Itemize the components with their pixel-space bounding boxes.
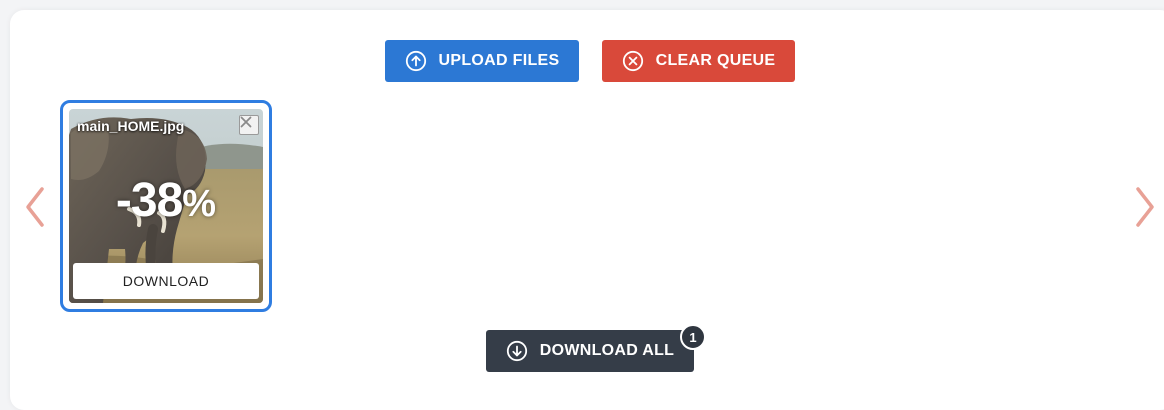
chevron-left-icon bbox=[26, 187, 44, 227]
carousel-next-button[interactable] bbox=[1130, 182, 1160, 232]
arrow-down-circle-icon bbox=[506, 340, 527, 362]
download-all-button[interactable]: DOWNLOAD ALL bbox=[486, 330, 694, 372]
upload-files-button[interactable]: UPLOAD FILES bbox=[385, 40, 579, 82]
x-circle-icon bbox=[622, 50, 643, 72]
carousel-prev-button[interactable] bbox=[20, 182, 50, 232]
compression-percent: -38% bbox=[69, 173, 263, 228]
arrow-up-circle-icon bbox=[405, 50, 426, 72]
queue-item-card[interactable]: main_HOME.jpg -38% DOWNLOAD bbox=[60, 100, 272, 312]
thumbnail-image: main_HOME.jpg -38% DOWNLOAD bbox=[69, 109, 263, 303]
download-all-label: DOWNLOAD ALL bbox=[539, 342, 675, 359]
close-icon bbox=[240, 116, 252, 128]
download-file-button[interactable]: DOWNLOAD bbox=[73, 263, 259, 299]
compression-value: -38 bbox=[115, 174, 183, 227]
clear-queue-label: CLEAR QUEUE bbox=[655, 52, 776, 69]
clear-queue-button[interactable]: CLEAR QUEUE bbox=[602, 40, 795, 82]
upload-files-label: UPLOAD FILES bbox=[438, 52, 560, 69]
compressor-panel: UPLOAD FILES CLEAR QUEUE main_HOME.jpg -… bbox=[10, 10, 1164, 410]
remove-file-button[interactable] bbox=[239, 115, 259, 135]
file-count-badge: 1 bbox=[680, 324, 706, 350]
file-name: main_HOME.jpg bbox=[77, 118, 185, 134]
chevron-right-icon bbox=[1136, 187, 1154, 227]
compression-unit: % bbox=[182, 183, 217, 225]
